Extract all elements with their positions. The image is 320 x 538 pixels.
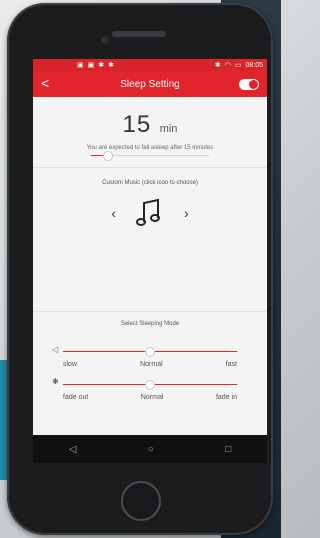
- settings-content: 15 min You are expected to fall asleep a…: [33, 97, 267, 463]
- status-left-icons: ▣ ▣ ✱ ✱: [77, 61, 114, 69]
- speed-slider[interactable]: [63, 347, 237, 357]
- time-description: You are expected to fall asleep after 15…: [86, 145, 214, 151]
- time-section: 15 min You are expected to fall asleep a…: [33, 111, 267, 161]
- app-header: < Sleep Setting: [33, 71, 267, 97]
- status-right-icons: ✱ ◠ ▭ 08:05: [214, 61, 263, 70]
- battery-icon: ▭: [234, 62, 242, 69]
- nav-home-icon[interactable]: ○: [148, 444, 154, 455]
- fade-slider-knob[interactable]: [145, 380, 155, 390]
- phone-home-button[interactable]: [121, 481, 161, 521]
- nav-recents-icon[interactable]: □: [225, 444, 231, 455]
- app-screen: ▣ ▣ ✱ ✱ ✱ ◠ ▭ 08:05 < Sleep Setting 15 m…: [33, 59, 267, 463]
- fade-tag-out: fade out: [63, 394, 89, 401]
- music-label: Custom Music (click icon to choose): [102, 180, 198, 186]
- android-nav-bar: ◁ ○ □: [33, 435, 267, 463]
- phone-frame: ▣ ▣ ✱ ✱ ✱ ◠ ▭ 08:05 < Sleep Setting 15 m…: [7, 3, 273, 535]
- speed-slider-knob[interactable]: [145, 347, 155, 357]
- nav-back-icon[interactable]: ◁: [69, 444, 77, 455]
- section-divider: [33, 311, 267, 312]
- mode-label: Select Sleeping Mode: [120, 321, 180, 327]
- speed-tag-normal: Normal: [140, 361, 163, 368]
- phone-speaker: [112, 31, 166, 37]
- fade-tags: fade out Normal fade in: [63, 394, 237, 401]
- music-section: Custom Music (click icon to choose) ‹ ›: [33, 180, 267, 230]
- section-divider: [33, 167, 267, 168]
- status-time: 08:05: [245, 61, 263, 69]
- phone-camera: [101, 36, 109, 44]
- time-unit: min: [159, 123, 178, 135]
- speaker-icon: ◁: [52, 345, 59, 354]
- speed-tags: slow Normal fast: [63, 361, 237, 368]
- sleep-toggle-switch[interactable]: [239, 79, 259, 90]
- back-button[interactable]: <: [41, 75, 49, 91]
- speed-tag-slow: slow: [63, 361, 78, 368]
- wifi-icon: ◠: [224, 62, 231, 69]
- fade-tag-in: fade in: [215, 394, 237, 401]
- next-music-button[interactable]: ›: [184, 205, 189, 221]
- mode-section: Select Sleeping Mode ◁ slow Normal fast …: [33, 321, 267, 401]
- brightness-icon: ✱: [52, 377, 59, 386]
- music-note-icon[interactable]: [134, 196, 166, 230]
- page-title: Sleep Setting: [120, 78, 180, 90]
- time-slider[interactable]: [91, 151, 209, 161]
- music-selector: ‹ ›: [33, 196, 267, 230]
- fade-slider[interactable]: [63, 380, 237, 390]
- time-slider-knob[interactable]: [103, 151, 113, 161]
- speed-tag-fast: fast: [225, 361, 237, 368]
- bluetooth-icon: ✱: [214, 62, 221, 69]
- image-icon: ▣: [87, 62, 95, 69]
- star-icon: ✱: [98, 62, 105, 69]
- star-icon: ✱: [108, 62, 114, 69]
- previous-music-button[interactable]: ‹: [111, 205, 116, 221]
- time-value: 15: [122, 111, 152, 138]
- fade-tag-normal: Normal: [140, 394, 164, 401]
- status-bar: ▣ ▣ ✱ ✱ ✱ ◠ ▭ 08:05: [33, 59, 267, 71]
- image-icon: ▣: [77, 62, 84, 69]
